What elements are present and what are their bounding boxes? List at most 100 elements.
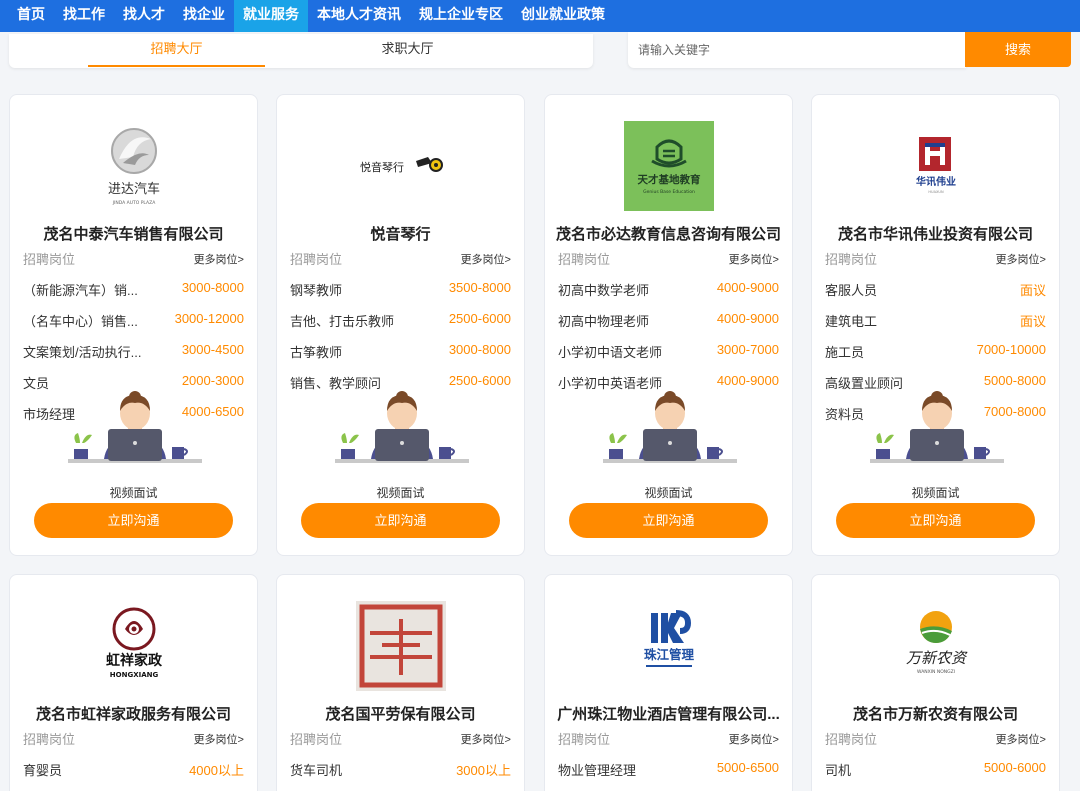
top-nav: 首页 找工作 找人才 找企业 就业服务 本地人才资讯 规上企业专区 创业就业政策 (0, 0, 1080, 32)
more-positions-link[interactable]: 更多岗位> (194, 251, 244, 267)
job-salary: 面议 (1019, 283, 1046, 298)
guoping-seal-logo (355, 601, 446, 691)
job-salary: 4000-9000 (716, 280, 779, 295)
more-positions-link[interactable]: 更多岗位> (729, 251, 779, 267)
positions-header: 招聘岗位 更多岗位> (290, 249, 511, 267)
more-positions-link[interactable]: 更多岗位> (996, 731, 1046, 747)
more-positions-link[interactable]: 更多岗位> (996, 251, 1046, 267)
chat-now-button[interactable]: 立即沟通 (569, 503, 768, 538)
job-row[interactable]: 物业管理经理 5000-6500 (558, 760, 779, 791)
job-row[interactable]: 钢琴教师 3500-8000 (290, 280, 511, 311)
wanxin-logo: 万新农资 WANXIN NONGZI (890, 601, 981, 691)
job-row[interactable]: 吉他、打击乐教师 2500-6000 (290, 311, 511, 342)
nav-local-talent-news[interactable]: 本地人才资讯 (308, 0, 410, 32)
job-row[interactable]: 育婴员 4000以上 (23, 760, 244, 791)
job-row[interactable]: 建筑电工 面议 (825, 311, 1046, 342)
more-positions-link[interactable]: 更多岗位> (194, 731, 244, 747)
svg-text:WANXIN NONGZI: WANXIN NONGZI (916, 669, 954, 675)
chat-now-button[interactable]: 立即沟通 (34, 503, 233, 538)
job-list: 货车司机 3000以上 (290, 760, 511, 791)
job-salary: 3500-8000 (448, 280, 511, 295)
company-name[interactable]: 茂名市华讯伟业投资有限公司 (820, 223, 1051, 244)
company-card-2: 悦音琴行 悦音琴行 招聘岗位 更多岗位> 钢琴教师 3500-8000 吉他、打击乐… (276, 94, 525, 556)
job-row[interactable]: 施工员 7000-10000 (825, 342, 1046, 373)
nav-enterprise-zone[interactable]: 规上企业专区 (410, 0, 512, 32)
nav-find-company[interactable]: 找企业 (174, 0, 234, 32)
positions-header: 招聘岗位 更多岗位> (825, 249, 1046, 267)
job-salary: 3000-12000 (174, 311, 244, 326)
company-name[interactable]: 茂名国平劳保有限公司 (285, 703, 516, 724)
job-row[interactable]: 初高中物理老师 4000-9000 (558, 311, 779, 342)
job-title: 建筑电工 (825, 314, 878, 329)
job-title: 文员 (23, 376, 50, 391)
tab-job-seeking-hall[interactable]: 求职大厅 (319, 34, 496, 68)
job-title: 文案策划/活动执行... (23, 345, 142, 360)
search-input[interactable] (628, 32, 966, 68)
company-name[interactable]: 茂名市虹祥家政服务有限公司 (18, 703, 249, 724)
video-interview-illustration (603, 373, 737, 469)
job-salary: 4000-9000 (716, 311, 779, 326)
job-title: 小学初中语文老师 (558, 345, 663, 360)
job-title: （名车中心）销售... (23, 314, 138, 329)
job-title: 初高中物理老师 (558, 314, 650, 329)
job-salary: 面议 (1019, 314, 1046, 329)
job-row[interactable]: 货车司机 3000以上 (290, 760, 511, 791)
video-interview-label: 视频面试 (644, 486, 693, 500)
job-row[interactable]: （名车中心）销售... 3000-12000 (23, 311, 244, 342)
job-title: 吉他、打击乐教师 (290, 314, 395, 329)
job-salary: 2500-6000 (448, 311, 511, 326)
job-title: 资料员 (825, 407, 865, 422)
chat-now-button[interactable]: 立即沟通 (301, 503, 500, 538)
more-positions-link[interactable]: 更多岗位> (461, 251, 511, 267)
positions-header: 招聘岗位 更多岗位> (558, 249, 779, 267)
chat-now-button[interactable]: 立即沟通 (836, 503, 1035, 538)
nav-employment-service[interactable]: 就业服务 (234, 0, 308, 32)
nav-startup-policy[interactable]: 创业就业政策 (512, 0, 614, 32)
company-name[interactable]: 茂名中泰汽车销售有限公司 (18, 223, 249, 244)
svg-text:HONGXIANG: HONGXIANG (109, 671, 158, 679)
company-name[interactable]: 广州珠江物业酒店管理有限公司... (553, 703, 784, 724)
job-title: 施工员 (825, 345, 865, 360)
job-row[interactable]: 小学初中语文老师 3000-7000 (558, 342, 779, 373)
video-interview-illustration (870, 373, 1004, 469)
company-card-8: 万新农资 WANXIN NONGZI 茂名市万新农资有限公司 招聘岗位 更多岗位… (811, 574, 1060, 791)
tab-recruitment-hall[interactable]: 招聘大厅 (88, 34, 265, 68)
more-positions-link[interactable]: 更多岗位> (461, 731, 511, 747)
job-row[interactable]: 客服人员 面议 (825, 280, 1046, 311)
positions-label: 招聘岗位 (290, 252, 343, 267)
job-row[interactable]: 文案策划/活动执行... 3000-4500 (23, 342, 244, 373)
job-row[interactable]: 初高中数学老师 4000-9000 (558, 280, 779, 311)
positions-header: 招聘岗位 更多岗位> (825, 729, 1046, 747)
company-card-1: 进达汽车 JINDA AUTO PLAZA 茂名中泰汽车销售有限公司 招聘岗位 … (9, 94, 258, 556)
svg-text:JINDA AUTO PLAZA: JINDA AUTO PLAZA (111, 200, 155, 206)
nav-find-talent[interactable]: 找人才 (114, 0, 174, 32)
job-row[interactable]: 司机 5000-6000 (825, 760, 1046, 791)
video-interview-illustration (335, 373, 469, 469)
job-salary: 7000-10000 (976, 342, 1046, 357)
job-salary: 4000以上 (189, 763, 244, 778)
nav-find-job[interactable]: 找工作 (54, 0, 114, 32)
job-list: 育婴员 4000以上 (23, 760, 244, 791)
jinda-auto-logo: 进达汽车 JINDA AUTO PLAZA (88, 121, 179, 211)
job-title: （新能源汽车）销... (23, 283, 138, 298)
nav-home[interactable]: 首页 (0, 0, 54, 32)
job-row[interactable]: 古筝教师 3000-8000 (290, 342, 511, 373)
job-salary: 3000-7000 (716, 342, 779, 357)
search-button[interactable]: 搜索 (965, 32, 1071, 67)
positions-label: 招聘岗位 (558, 252, 611, 267)
job-row[interactable]: （新能源汽车）销... 3000-8000 (23, 280, 244, 311)
positions-header: 招聘岗位 更多岗位> (23, 729, 244, 747)
svg-text:华讯伟业: 华讯伟业 (916, 175, 956, 188)
job-title: 钢琴教师 (290, 283, 343, 298)
company-card-4: 华讯伟业 HUAXUN 茂名市华讯伟业投资有限公司 招聘岗位 更多岗位> 客服人… (811, 94, 1060, 556)
company-name[interactable]: 悦音琴行 (285, 223, 516, 244)
job-salary: 3000-8000 (181, 280, 244, 295)
video-interview-label: 视频面试 (109, 486, 158, 500)
company-name[interactable]: 茂名市万新农资有限公司 (820, 703, 1051, 724)
more-positions-link[interactable]: 更多岗位> (729, 731, 779, 747)
search-box (628, 32, 966, 68)
positions-label: 招聘岗位 (558, 732, 611, 747)
job-title: 客服人员 (825, 283, 878, 298)
job-list: 司机 5000-6000 (825, 760, 1046, 791)
company-name[interactable]: 茂名市必达教育信息咨询有限公司 (553, 223, 784, 244)
